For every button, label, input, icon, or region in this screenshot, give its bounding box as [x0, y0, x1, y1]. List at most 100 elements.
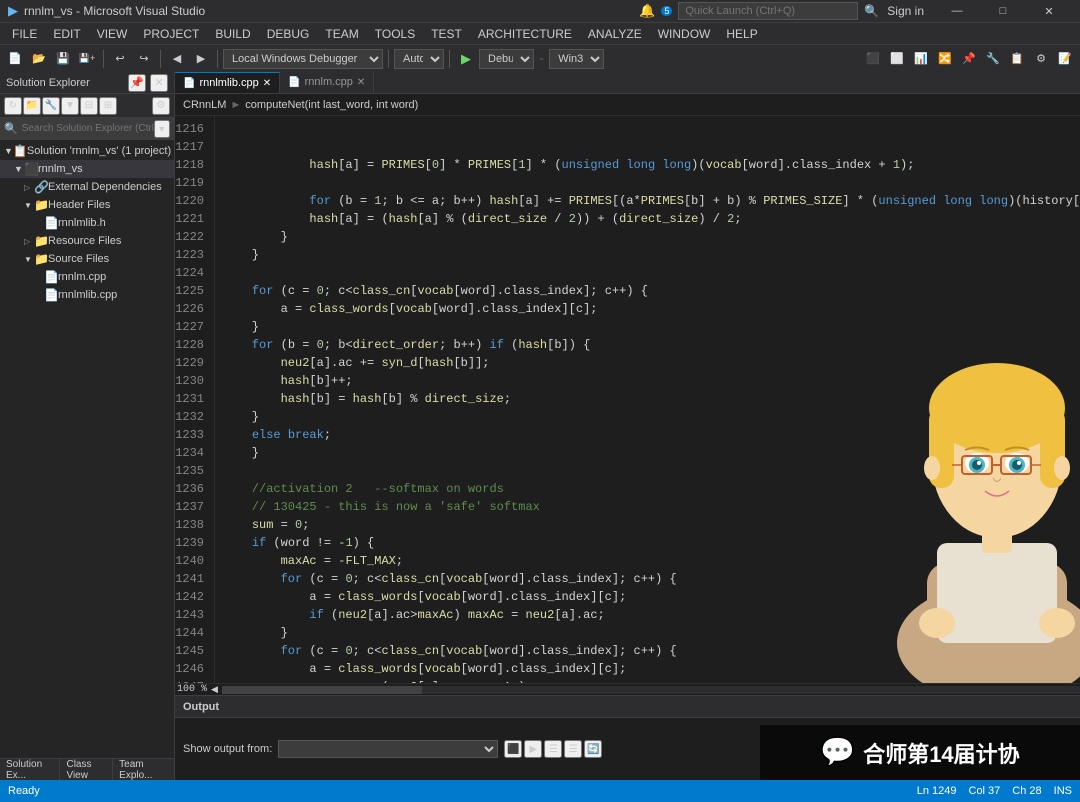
toolbar-icon-5[interactable]: 📌	[958, 48, 980, 70]
output-btn-2[interactable]: ▶	[524, 740, 542, 758]
toolbar-icon-4[interactable]: 🔀	[934, 48, 956, 70]
tree-item-solution[interactable]: ▼ 📋 Solution 'rnnlm_vs' (1 project)	[0, 142, 174, 160]
status-ch: Ch 28	[1012, 785, 1041, 797]
toolbar-icon-9[interactable]: 📝	[1054, 48, 1076, 70]
menu-test[interactable]: TEST	[423, 23, 470, 45]
bottom-tab-solution[interactable]: Solution Ex...	[0, 759, 60, 781]
code-box: hash[a] = PRIMES[0] * PRIMES[1] * (unsig…	[223, 156, 1080, 683]
sidebar-properties-button[interactable]: 🔧	[42, 97, 60, 115]
notifications-icon[interactable]: 🔔	[639, 3, 655, 19]
bottom-tab-teamexplorer[interactable]: Team Explo...	[113, 759, 174, 781]
menu-architecture[interactable]: ARCHITECTURE	[470, 23, 580, 45]
toolbar-icon-6[interactable]: 🔧	[982, 48, 1004, 70]
toolbar-icon-3[interactable]: 📊	[910, 48, 932, 70]
menu-edit[interactable]: EDIT	[45, 23, 88, 45]
menu-tools[interactable]: TOOLS	[367, 23, 423, 45]
output-btn-5[interactable]: 🔄	[584, 740, 602, 758]
search-icon[interactable]: 🔍	[864, 4, 879, 18]
menu-team[interactable]: TEAM	[317, 23, 366, 45]
sidebar-sync-button[interactable]: ↻	[4, 97, 22, 115]
output-btn-3[interactable]: ☰	[544, 740, 562, 758]
forward-button[interactable]: ▶	[190, 48, 212, 70]
output-btn-4[interactable]: ☰	[564, 740, 582, 758]
start-debug-button[interactable]: ▶	[455, 48, 477, 70]
sidebar-search-options[interactable]: ▼	[154, 120, 170, 138]
tree-item-resource-files[interactable]: ▷ 📁 Resource Files	[0, 232, 174, 250]
open-button[interactable]: 📂	[28, 48, 50, 70]
horizontal-scrollbar[interactable]: 100 % ◀ ▶	[175, 683, 1080, 695]
bottom-tab-classview[interactable]: Class View	[60, 759, 113, 781]
sidebar-search-bar: 🔍 ▼	[0, 118, 174, 140]
tab-rnnlm-cpp[interactable]: 📄 rnnlm.cpp ✕	[280, 72, 374, 93]
platform-select[interactable]: Win32	[549, 49, 604, 69]
save-button[interactable]: 💾	[52, 48, 74, 70]
code-line-1223: for (c = 0; c<class_cn[vocab[word].class…	[223, 282, 1080, 300]
sidebar-filter-button[interactable]: ▼	[61, 97, 79, 115]
menu-analyze[interactable]: ANALYZE	[580, 23, 650, 45]
toolbar-icon-8[interactable]: ⚙	[1030, 48, 1052, 70]
sidebar-collapse-button[interactable]: ⊟	[80, 97, 98, 115]
breadcrumb-method[interactable]: computeNet(int last_word, int word)	[245, 99, 418, 111]
code-content[interactable]: hash[a] = PRIMES[0] * PRIMES[1] * (unsig…	[215, 116, 1080, 683]
menu-debug[interactable]: DEBUG	[259, 23, 318, 45]
status-ln: Ln 1249	[917, 785, 957, 797]
toolbar-icon-7[interactable]: 📋	[1006, 48, 1028, 70]
save-all-button[interactable]: 💾+	[76, 48, 98, 70]
debugger-select[interactable]: Local Windows Debugger	[223, 49, 383, 69]
sidebar-new-folder-button[interactable]: 📁	[23, 97, 41, 115]
tab-close-rnnlm[interactable]: ✕	[357, 77, 365, 88]
output-header: Output 📌 ✕	[175, 696, 1080, 718]
code-line-1241: if (neu2[a].ac>maxAc) maxAc = neu2[a].ac…	[223, 606, 1080, 624]
toolbar-right-buttons: ⬛ ⬜ 📊 🔀 📌 🔧 📋 ⚙ 📝	[862, 48, 1076, 70]
tree-item-source-files[interactable]: ▼ 📁 Source Files	[0, 250, 174, 268]
code-line-1232: }	[223, 444, 1080, 462]
sidebar-expand-button[interactable]: ⊞	[99, 97, 117, 115]
minimize-button[interactable]: —	[934, 0, 980, 22]
toolbar-icon-1[interactable]: ⬛	[862, 48, 884, 70]
menu-help[interactable]: HELP	[718, 23, 765, 45]
tree-arrow-rnnlmlib-h	[34, 218, 44, 228]
tab-rnnlmlib-cpp[interactable]: 📄 rnnlmlib.cpp ✕	[175, 72, 280, 93]
breadcrumb-class[interactable]: CRnnLM	[183, 99, 226, 111]
sidebar-close-button[interactable]: ✕	[150, 74, 168, 92]
menu-build[interactable]: BUILD	[207, 23, 258, 45]
tree-item-rnnlmlib-h[interactable]: 📄 rnnlmlib.h	[0, 214, 174, 232]
h-scrollbar-thumb[interactable]	[222, 686, 422, 694]
line-number-1240: 1240	[175, 552, 210, 570]
menu-file[interactable]: FILE	[4, 23, 45, 45]
line-number-1229: 1229	[175, 354, 210, 372]
output-source-select[interactable]: Build Debug General	[278, 740, 498, 758]
tree-item-project[interactable]: ▼ ⬛ rnnlm_vs	[0, 160, 174, 178]
sidebar-settings-button[interactable]: ⚙	[152, 97, 170, 115]
menu-project[interactable]: PROJECT	[135, 23, 207, 45]
signin-button[interactable]: Sign in	[887, 4, 924, 18]
h-scrollbar-track[interactable]	[222, 686, 1080, 694]
sidebar-pin-button[interactable]: 📌	[128, 74, 146, 92]
wechat-overlay: 💬 合师第14届计协	[760, 725, 1080, 780]
close-button[interactable]: ✕	[1026, 0, 1072, 22]
status-ins: INS	[1054, 785, 1072, 797]
toolbar-icon-2[interactable]: ⬜	[886, 48, 908, 70]
quick-launch-input[interactable]	[678, 2, 858, 20]
menu-view[interactable]: VIEW	[89, 23, 136, 45]
tree-item-rnnlm-cpp[interactable]: 📄 rnnlm.cpp	[0, 268, 174, 286]
back-button[interactable]: ◀	[166, 48, 188, 70]
maximize-button[interactable]: □	[980, 0, 1026, 22]
tree-item-ext-deps[interactable]: ▷ 🔗 External Dependencies	[0, 178, 174, 196]
undo-button[interactable]: ↩	[109, 48, 131, 70]
redo-button[interactable]: ↪	[133, 48, 155, 70]
output-btn-1[interactable]: ⬛	[504, 740, 522, 758]
new-project-button[interactable]: 📄	[4, 48, 26, 70]
code-line-1228: hash[b]++;	[223, 372, 1080, 390]
layout-select[interactable]: Auto	[394, 49, 444, 69]
zoom-down-arrow[interactable]: ◀	[211, 685, 218, 695]
menu-window[interactable]: WINDOW	[650, 23, 719, 45]
line-number-1242: 1242	[175, 588, 210, 606]
toolbar: 📄 📂 💾 💾+ ↩ ↪ ◀ ▶ Local Windows Debugger …	[0, 44, 1080, 72]
tree-arrow-resource-files: ▷	[24, 237, 34, 246]
tree-item-rnnlmlib-cpp[interactable]: 📄 rnnlmlib.cpp	[0, 286, 174, 304]
tree-item-header-files[interactable]: ▼ 📁 Header Files	[0, 196, 174, 214]
config-select[interactable]: Debug	[479, 49, 534, 69]
status-left: Ready	[8, 785, 909, 797]
sidebar-search-input[interactable]	[22, 123, 154, 134]
